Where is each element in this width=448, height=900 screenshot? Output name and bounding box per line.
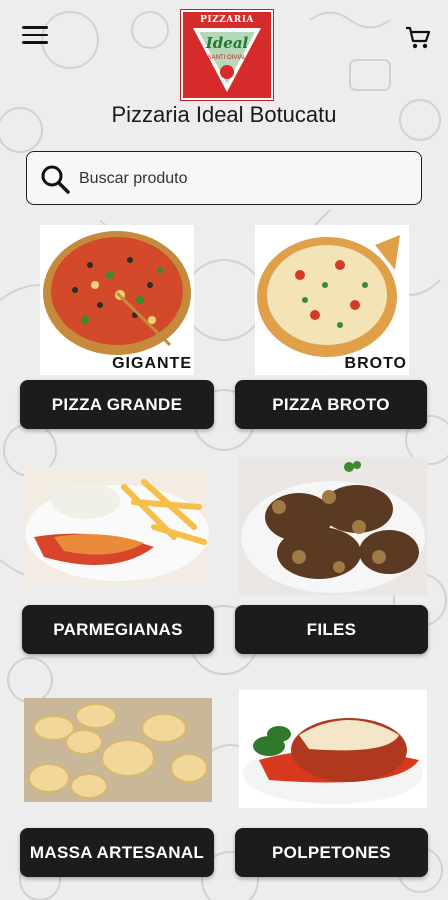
category-button[interactable]: POLPETONES <box>235 828 428 877</box>
page-title: Pizzaria Ideal Botucatu <box>111 102 337 127</box>
category-button[interactable]: FILES <box>235 605 428 654</box>
svg-text:SANTI OIVIAL: SANTI OIVIAL <box>208 55 247 61</box>
pizzaria-logo: PIZZARIA Ideal SANTI OIVIAL <box>181 10 273 100</box>
pizza-broto-image: BROTO <box>255 225 409 375</box>
pizza-grande-image: GIGANTE <box>40 225 194 375</box>
pizza-size-caption: GIGANTE <box>112 355 192 372</box>
hamburger-menu-icon[interactable] <box>22 26 48 48</box>
polpetones-image <box>239 690 427 808</box>
category-button[interactable]: PARMEGIANAS <box>22 605 214 654</box>
svg-text:Ideal: Ideal <box>205 34 249 52</box>
search-input[interactable] <box>77 164 411 194</box>
search-bar <box>26 151 422 205</box>
app-header: PIZZARIA Ideal SANTI OIVIAL <box>0 0 448 100</box>
logo-pizza-slice-icon: Ideal SANTI OIVIAL <box>193 28 261 92</box>
category-button[interactable]: MASSA ARTESANAL <box>20 828 214 877</box>
category-button[interactable]: PIZZA GRANDE <box>20 380 214 429</box>
search-icon[interactable] <box>39 163 71 195</box>
shopping-cart-icon[interactable] <box>404 24 432 52</box>
logo-text: PIZZARIA <box>200 15 254 25</box>
category-button[interactable]: PIZZA BROTO <box>235 380 427 429</box>
pizza-size-caption: BROTO <box>344 355 407 372</box>
files-image <box>239 457 427 595</box>
parmegianas-image <box>24 467 210 585</box>
massa-artesanal-image <box>24 698 212 802</box>
